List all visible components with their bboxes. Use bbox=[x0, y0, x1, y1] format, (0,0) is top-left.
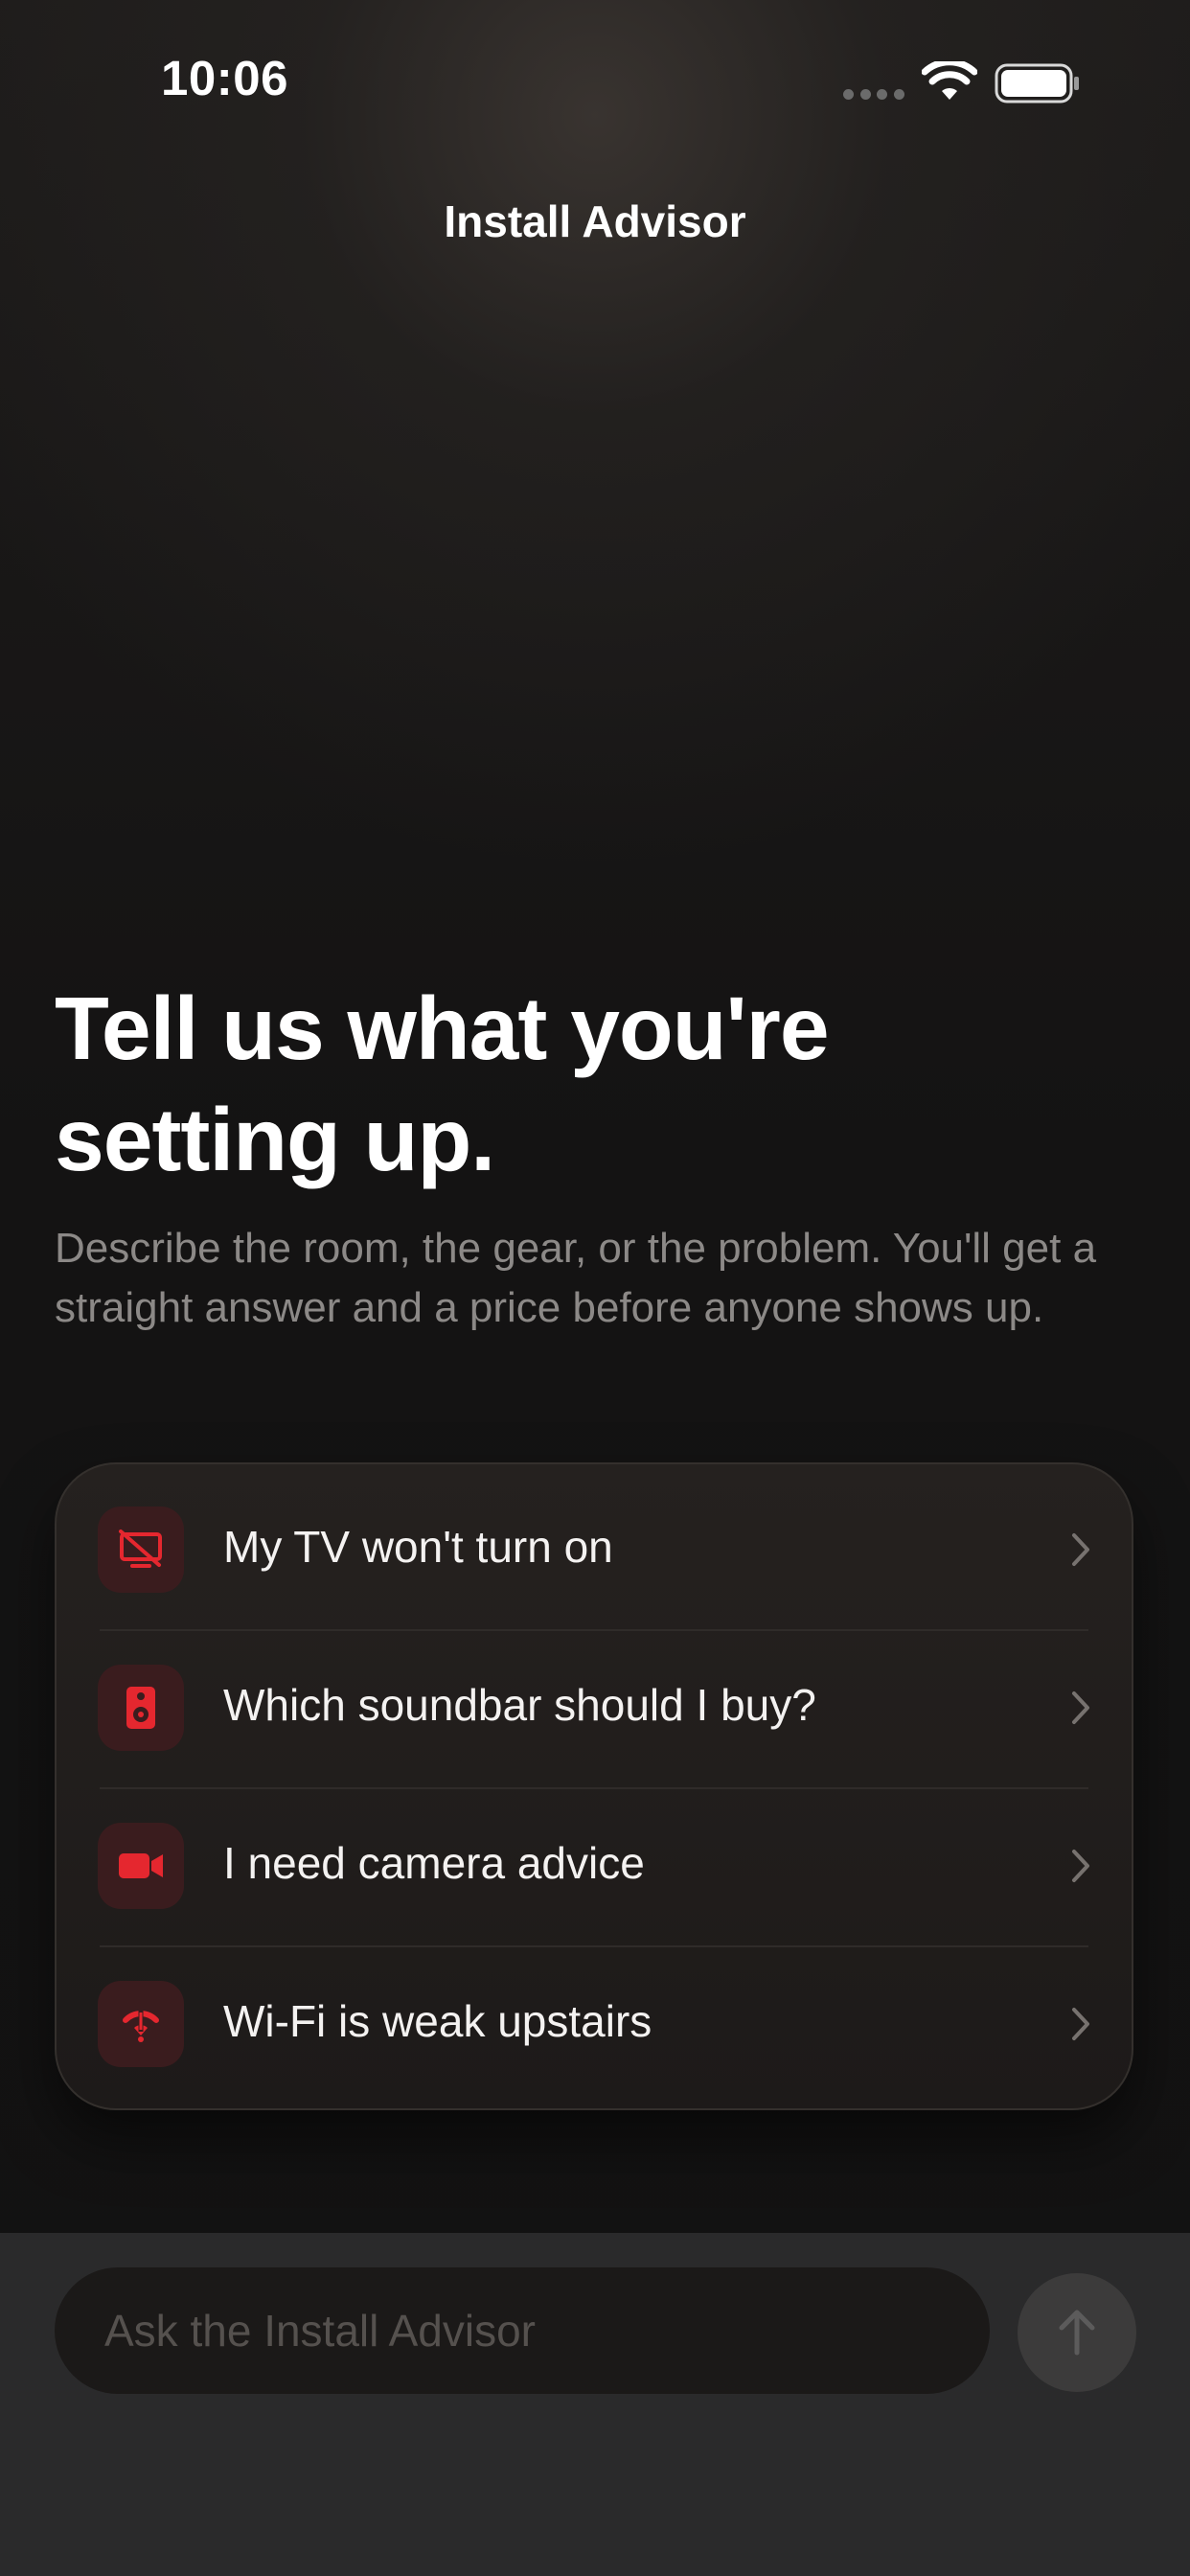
page-title: Install Advisor bbox=[444, 196, 746, 246]
speaker-icon bbox=[98, 1665, 184, 1751]
chevron-right-icon bbox=[1072, 1533, 1089, 1566]
suggestions-card: My TV won't turn on Which soundbar shoul… bbox=[55, 1462, 1133, 2110]
tv-off-icon bbox=[98, 1506, 184, 1593]
ask-input[interactable] bbox=[55, 2267, 990, 2394]
arrow-up-icon bbox=[1059, 2310, 1095, 2356]
wifi-icon bbox=[922, 61, 977, 100]
status-bar: 10:06 bbox=[0, 0, 1190, 163]
suggestion-camera-advice[interactable]: I need camera advice bbox=[57, 1781, 1132, 1939]
battery-icon bbox=[995, 63, 1079, 104]
suggestion-label: Wi-Fi is weak upstairs bbox=[223, 1996, 652, 2046]
hero-subtitle: Describe the room, the gear, or the prob… bbox=[55, 1225, 1097, 1331]
send-button[interactable] bbox=[1018, 2273, 1136, 2392]
chevron-right-icon bbox=[1072, 1850, 1089, 1882]
hero-title: Tell us what you're setting up. bbox=[55, 978, 830, 1189]
chevron-right-icon bbox=[1072, 2008, 1089, 2040]
suggestion-which-soundbar[interactable]: Which soundbar should I buy? bbox=[57, 1622, 1132, 1781]
suggestion-tv-wont-turn-on[interactable]: My TV won't turn on bbox=[57, 1464, 1132, 1622]
suggestion-wifi-weak[interactable]: Wi-Fi is weak upstairs bbox=[57, 1939, 1132, 2097]
screen: 10:06 Install Advisor Tell us what you'r… bbox=[0, 0, 1190, 2576]
suggestion-label: Which soundbar should I buy? bbox=[223, 1680, 816, 1730]
status-time: 10:06 bbox=[161, 51, 288, 105]
composer-bar bbox=[0, 2233, 1190, 2576]
suggestion-label: I need camera advice bbox=[223, 1838, 645, 1888]
suggestion-label: My TV won't turn on bbox=[223, 1522, 613, 1572]
cellular-dots-icon bbox=[843, 89, 904, 100]
wifi-weak-icon bbox=[98, 1981, 184, 2067]
video-camera-icon bbox=[98, 1823, 184, 1909]
chevron-right-icon bbox=[1072, 1691, 1089, 1724]
